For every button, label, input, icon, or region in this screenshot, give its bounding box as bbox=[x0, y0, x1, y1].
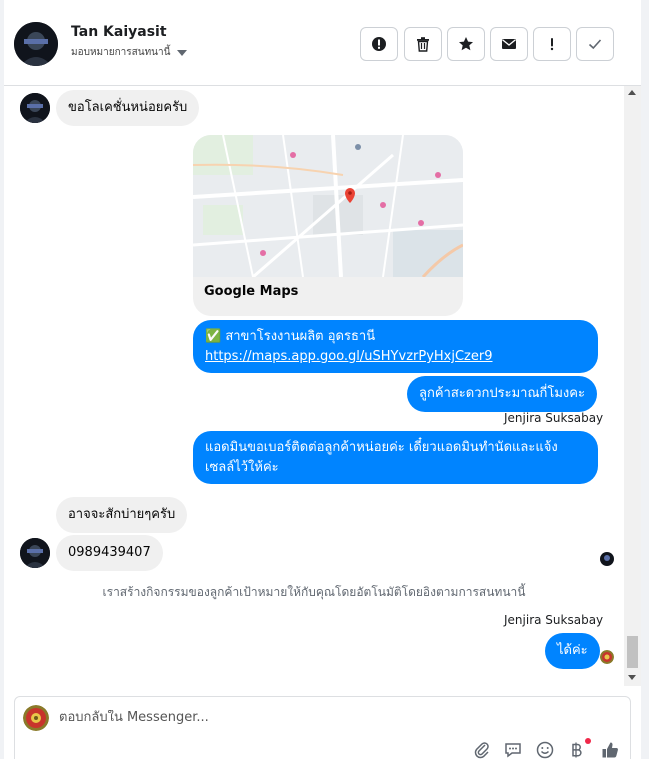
message-bubble-outgoing[interactable]: ลูกค้าสะดวกประมาณกี่โมงคะ bbox=[407, 376, 597, 412]
trash-icon bbox=[417, 37, 429, 52]
message-bubble-incoming[interactable]: อาจจะสักบ่ายๆครับ bbox=[56, 497, 188, 533]
star-icon bbox=[459, 37, 473, 51]
map-link[interactable]: https://maps.app.goo.gl/uSHYvzrPyHxjCzer… bbox=[205, 347, 586, 367]
star-button[interactable] bbox=[447, 27, 485, 61]
like-button[interactable] bbox=[599, 739, 621, 759]
paperclip-icon bbox=[474, 742, 489, 759]
mark-unread-button[interactable] bbox=[490, 27, 528, 61]
delete-button[interactable] bbox=[404, 27, 442, 61]
reply-input[interactable] bbox=[59, 710, 439, 725]
mark-done-button[interactable] bbox=[576, 27, 614, 61]
message-bubble-outgoing[interactable]: ได้ค่ะ bbox=[545, 633, 600, 669]
contact-name[interactable]: Tan Kaiyasit bbox=[71, 24, 167, 40]
page-seen-avatar bbox=[600, 650, 614, 664]
scroll-down-arrow-icon[interactable] bbox=[628, 675, 636, 680]
emoji-icon bbox=[536, 741, 554, 759]
sender-name: Jenjira Suksabay bbox=[504, 411, 604, 425]
baht-icon bbox=[572, 742, 582, 758]
sender-name: Jenjira Suksabay bbox=[504, 613, 604, 627]
message-bubble-incoming[interactable]: ขอโลเคชั่นหน่อยครับ bbox=[56, 90, 200, 126]
thread-scrollbar[interactable] bbox=[624, 86, 641, 686]
checkmark-icon bbox=[588, 39, 602, 50]
message-text-line: แอดมินขอเบอร์ติดต่อลูกค้าหน่อยค่ะ เดี๋ยว… bbox=[205, 440, 558, 455]
right-frame-edge bbox=[641, 0, 649, 759]
contact-avatar[interactable] bbox=[14, 22, 58, 66]
thumbs-up-icon bbox=[602, 742, 618, 758]
scroll-up-arrow-icon[interactable] bbox=[628, 90, 636, 95]
attach-button[interactable] bbox=[471, 739, 493, 759]
caret-down-icon bbox=[177, 49, 188, 56]
seen-avatar bbox=[600, 552, 614, 566]
assign-conversation-dropdown[interactable]: มอบหมายการสนทนานี้ bbox=[71, 45, 188, 60]
phone-number-bubble[interactable]: 0989439407 bbox=[56, 535, 163, 571]
notification-dot bbox=[585, 738, 591, 744]
mark-spam-button[interactable] bbox=[360, 27, 398, 61]
alert-circle-icon bbox=[372, 37, 386, 51]
map-attachment[interactable]: Google Maps bbox=[193, 135, 463, 316]
follow-up-button[interactable] bbox=[533, 27, 571, 61]
map-preview-image bbox=[193, 135, 463, 277]
saved-reply-button[interactable] bbox=[502, 739, 524, 759]
system-message: เราสร้างกิจกรรมของลูกค้าเป้าหมายให้กับคุ… bbox=[102, 585, 526, 599]
message-text-line: เซลล์ไว้ให้ค่ะ bbox=[205, 460, 279, 475]
message-thread: ขอโลเคชั่นหน่อยครับ Google Maps ✅ สาขาโร… bbox=[4, 86, 624, 686]
scrollbar-thumb[interactable] bbox=[627, 636, 638, 668]
message-bubble-outgoing[interactable]: ✅ สาขาโรงงานผลิต อุดรธานี https://maps.a… bbox=[193, 320, 598, 373]
saved-reply-icon bbox=[505, 743, 521, 758]
message-bubble-outgoing[interactable]: แอดมินขอเบอร์ติดต่อลูกค้าหน่อยค่ะ เดี๋ยว… bbox=[193, 431, 598, 484]
contact-avatar-small bbox=[20, 93, 50, 123]
reply-composer bbox=[14, 696, 631, 759]
map-label: Google Maps bbox=[204, 284, 299, 299]
conversation-header: Tan Kaiyasit มอบหมายการสนทนานี้ bbox=[4, 0, 641, 86]
contact-avatar-small bbox=[20, 538, 50, 568]
emoji-button[interactable] bbox=[534, 739, 556, 759]
branch-location-text: ✅ สาขาโรงงานผลิต อุดรธานี bbox=[205, 329, 376, 344]
exclamation-icon bbox=[550, 38, 554, 51]
envelope-icon bbox=[502, 39, 516, 49]
page-avatar bbox=[23, 705, 49, 731]
assign-conversation-label: มอบหมายการสนทนานี้ bbox=[71, 47, 171, 58]
